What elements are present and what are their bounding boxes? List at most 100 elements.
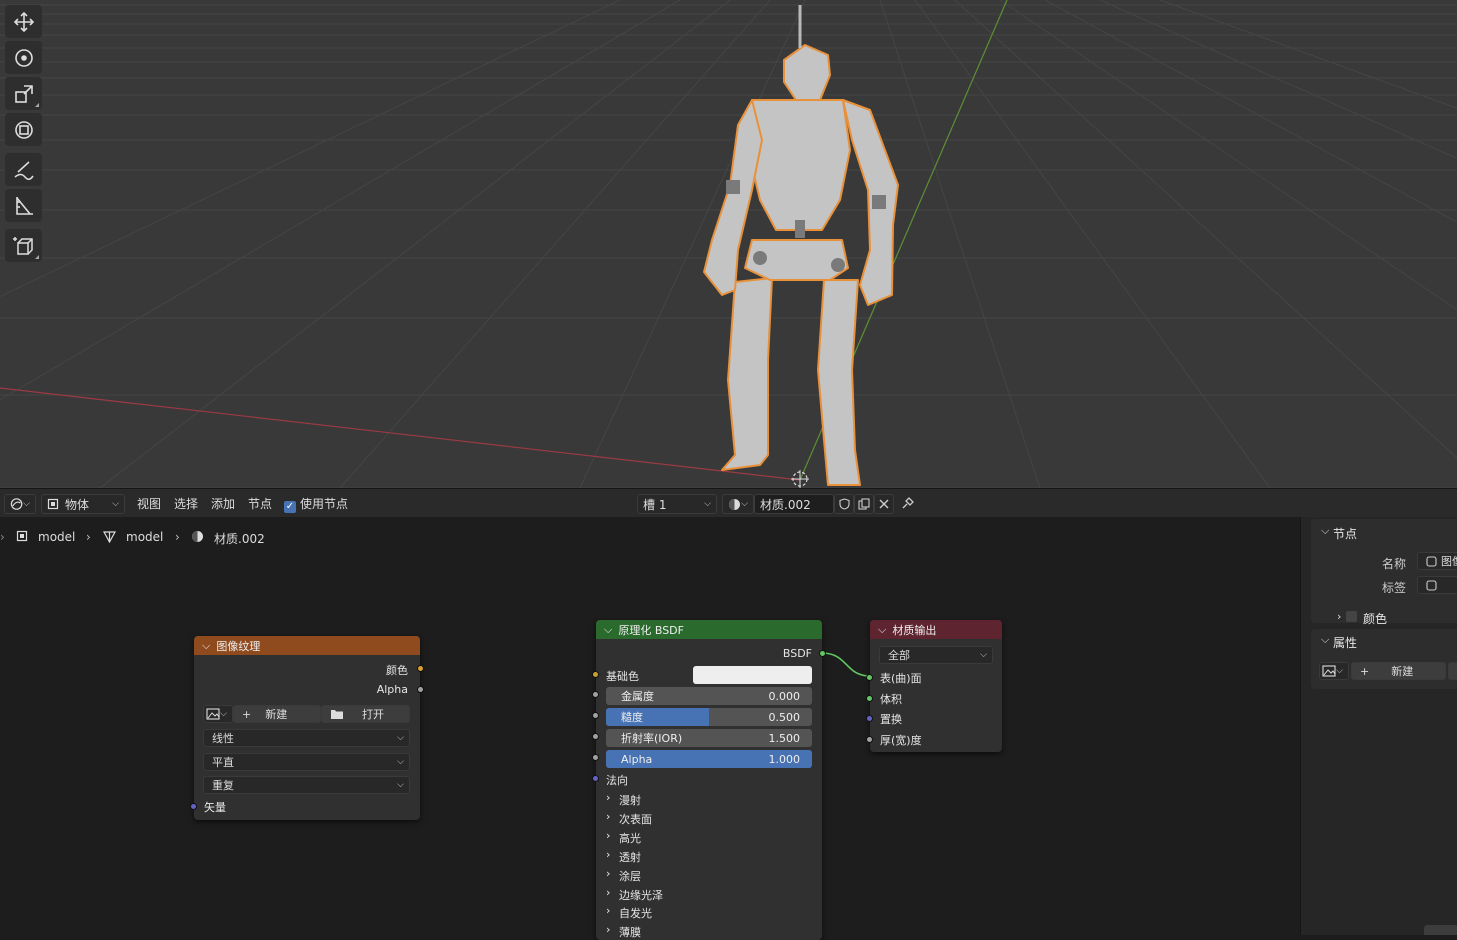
- bsdf-panel-label[interactable]: 透射: [619, 849, 641, 865]
- chevron-right-icon[interactable]: ›: [606, 848, 610, 861]
- roughness-slider[interactable]: 糙度 0.500: [606, 708, 812, 726]
- input-alpha-socket[interactable]: [592, 754, 599, 761]
- interpolation-dropdown[interactable]: 线性 ⌵: [203, 729, 410, 747]
- chevron-down-icon[interactable]: ⌵: [1321, 524, 1329, 538]
- projection-dropdown[interactable]: 平直 ⌵: [203, 753, 410, 771]
- new-image-label: 新建: [265, 708, 288, 721]
- chevron-right-icon[interactable]: ›: [606, 791, 610, 804]
- ior-field[interactable]: 折射率(IOR) 1.500: [606, 729, 812, 747]
- object-icon: [47, 498, 59, 510]
- open-image-button[interactable]: [1448, 662, 1457, 680]
- image-texture-node-header[interactable]: ⌵ 图像纹理: [194, 636, 420, 655]
- principled-bsdf-node-header[interactable]: ⌵ 原理化 BSDF: [596, 620, 822, 639]
- pin-button[interactable]: [901, 496, 915, 513]
- color-section-label[interactable]: 颜色: [1363, 610, 1387, 627]
- add-cube-tool[interactable]: [5, 229, 42, 262]
- fake-user-button[interactable]: [834, 494, 854, 514]
- editor-type-button[interactable]: ⌵: [4, 494, 36, 514]
- menu-select[interactable]: 选择: [174, 495, 198, 512]
- unlink-material-button[interactable]: [874, 494, 894, 514]
- chevron-right-icon[interactable]: ›: [1337, 610, 1341, 623]
- chevron-right-icon[interactable]: ›: [606, 867, 610, 880]
- node-icon: [1426, 555, 1437, 567]
- properties-section-title[interactable]: 属性: [1333, 634, 1357, 651]
- chevron-down-icon: ⌵: [112, 499, 119, 509]
- rotate-tool[interactable]: [5, 41, 42, 74]
- input-thickness-label: 厚(宽)度: [880, 734, 922, 747]
- node-name-field[interactable]: 图像: [1417, 552, 1457, 570]
- rotate-icon: [14, 48, 33, 67]
- extension-dropdown[interactable]: 重复 ⌵: [203, 776, 410, 794]
- annotate-tool[interactable]: [5, 153, 42, 186]
- menu-view[interactable]: 视图: [137, 495, 161, 512]
- duplicate-material-button[interactable]: [854, 494, 874, 514]
- input-metallic-socket[interactable]: [592, 691, 599, 698]
- metallic-slider[interactable]: 金属度 0.000: [606, 687, 812, 705]
- material-output-node[interactable]: ⌵ 材质输出 全部 ⌵ 表(曲)面 体积 置换 厚(宽)度: [866, 620, 1002, 752]
- chevron-right-icon[interactable]: ›: [606, 886, 610, 899]
- input-surface-socket[interactable]: [866, 674, 873, 681]
- alpha-label: Alpha: [621, 752, 653, 766]
- chevron-right-icon[interactable]: ›: [606, 810, 610, 823]
- slot-dropdown[interactable]: 槽 1 ⌵: [637, 494, 717, 514]
- open-image-button[interactable]: 打开: [321, 705, 410, 723]
- principled-bsdf-node[interactable]: ⌵ 原理化 BSDF BSDF 基础色 金属度 0.000 糙度 0.500 折…: [592, 620, 826, 940]
- input-volume-socket[interactable]: [866, 695, 873, 702]
- image-browse-button[interactable]: ⌵: [1319, 662, 1349, 680]
- output-alpha-socket[interactable]: [417, 686, 424, 693]
- output-target-dropdown[interactable]: 全部 ⌵: [879, 646, 993, 664]
- new-image-button[interactable]: + 新建: [233, 705, 321, 723]
- bsdf-panel-label[interactable]: 次表面: [619, 811, 652, 827]
- output-bsdf-socket[interactable]: [819, 650, 826, 657]
- color-checkbox[interactable]: [1346, 611, 1357, 622]
- input-base-color-socket[interactable]: [592, 671, 599, 678]
- bsdf-panel-label[interactable]: 边缘光泽: [619, 887, 663, 903]
- menu-node[interactable]: 节点: [248, 495, 272, 512]
- use-nodes-toggle[interactable]: ✓ 使用节点: [284, 495, 348, 513]
- input-displacement-socket[interactable]: [866, 715, 873, 722]
- node-section-title[interactable]: 节点: [1333, 525, 1357, 542]
- material-output-node-header[interactable]: ⌵ 材质输出: [870, 620, 1002, 639]
- scale-tool[interactable]: [5, 77, 42, 110]
- chevron-down-icon: ⌵: [23, 499, 30, 509]
- 3d-viewport[interactable]: [0, 0, 1457, 488]
- input-vector-socket[interactable]: [190, 803, 197, 810]
- metallic-label: 金属度: [621, 690, 654, 703]
- new-image-button[interactable]: + 新建: [1351, 662, 1446, 680]
- input-roughness-socket[interactable]: [592, 712, 599, 719]
- input-thickness-socket[interactable]: [866, 736, 873, 743]
- measure-icon: [15, 196, 33, 215]
- material-name-field[interactable]: 材质.002: [754, 494, 834, 514]
- chevron-right-icon[interactable]: ›: [606, 904, 610, 917]
- measure-tool[interactable]: [5, 189, 42, 222]
- shader-type-dropdown[interactable]: 物体 ⌵: [41, 494, 125, 514]
- bsdf-panel-label[interactable]: 高光: [619, 830, 641, 846]
- bsdf-panel-label[interactable]: 自发光: [619, 905, 652, 921]
- plus-icon: +: [242, 707, 252, 721]
- image-texture-node[interactable]: ⌵ 图像纹理 颜色 Alpha ⌵ + 新建 打开 线性 ⌵ 平直 ⌵ 重复 ⌵: [190, 636, 424, 820]
- output-color-socket[interactable]: [417, 665, 424, 672]
- image-browse-button[interactable]: ⌵: [203, 705, 233, 723]
- transform-tool[interactable]: [5, 113, 42, 146]
- image-icon: [206, 708, 220, 720]
- chevron-down-icon[interactable]: ⌵: [1321, 633, 1329, 647]
- metallic-value: 0.000: [768, 689, 801, 703]
- node-title: 图像纹理: [216, 639, 261, 653]
- menu-add[interactable]: 添加: [211, 495, 235, 512]
- chevron-right-icon[interactable]: ›: [606, 829, 610, 842]
- node-label-field[interactable]: [1417, 576, 1457, 594]
- alpha-slider[interactable]: Alpha 1.000: [606, 750, 812, 768]
- bsdf-panel-label[interactable]: 涂层: [619, 868, 641, 884]
- node-canvas[interactable]: › model › model › 材质.002 ⌵ 图像纹理 颜色 Alpha…: [0, 517, 1300, 940]
- input-ior-socket[interactable]: [592, 733, 599, 740]
- bsdf-panel-label[interactable]: 薄膜: [619, 924, 641, 940]
- input-normal-socket[interactable]: [592, 775, 599, 782]
- material-browse-button[interactable]: ⌵: [722, 494, 754, 514]
- panel-tab[interactable]: [1424, 925, 1457, 935]
- material-sphere-icon: [729, 498, 740, 510]
- chevron-right-icon[interactable]: ›: [606, 923, 610, 936]
- move-tool[interactable]: [5, 5, 42, 38]
- bsdf-panel-label[interactable]: 漫射: [619, 792, 641, 808]
- base-color-swatch[interactable]: [693, 666, 812, 684]
- robot-model[interactable]: [690, 0, 920, 488]
